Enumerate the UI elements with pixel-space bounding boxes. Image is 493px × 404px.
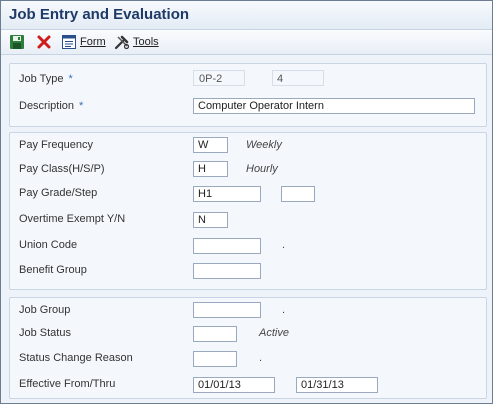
job-group-input[interactable] (193, 302, 261, 318)
job-group-desc: . (282, 304, 286, 316)
cancel-button[interactable] (36, 33, 52, 51)
form-menu[interactable]: Form (61, 33, 106, 51)
union-code-input[interactable] (193, 238, 261, 254)
job-group-label: Job Group (19, 304, 71, 316)
title-bar: Job Entry and Evaluation (1, 1, 492, 30)
tools-menu-label: Tools (133, 36, 159, 48)
form-menu-label: Form (80, 36, 106, 48)
tools-icon (114, 35, 130, 50)
form-icon (62, 35, 76, 49)
pay-class-label: Pay Class(H/S/P) (19, 163, 105, 175)
status-change-reason-label: Status Change Reason (19, 352, 133, 364)
job-status-label: Job Status (19, 327, 71, 339)
toolbar: Form Tools (1, 30, 492, 55)
tools-menu[interactable]: Tools (114, 33, 159, 51)
union-code-desc: . (282, 239, 286, 251)
pay-frequency-input[interactable] (193, 137, 228, 153)
overtime-exempt-input[interactable] (193, 212, 228, 228)
pay-frequency-label: Pay Frequency (19, 139, 93, 151)
job-step-value: 4 (277, 73, 284, 85)
pay-class-input[interactable] (193, 161, 228, 177)
status-change-reason-desc: . (259, 352, 263, 364)
required-star: * (79, 100, 84, 112)
pay-grade-input[interactable] (193, 186, 261, 202)
union-code-label: Union Code (19, 239, 78, 251)
job-entry-window: Job Entry and Evaluation Form Tools Job … (0, 0, 493, 404)
effective-from-input[interactable] (193, 377, 275, 393)
job-type-value: 0P-2 (199, 73, 223, 85)
job-status-input[interactable] (193, 326, 237, 342)
job-status-desc: Active (259, 327, 289, 339)
required-star: * (68, 73, 73, 85)
pay-panel: Pay Frequency Weekly Pay Class(H/S/P) Ho… (9, 132, 487, 290)
pay-class-desc: Hourly (246, 163, 278, 175)
description-input[interactable] (193, 98, 475, 114)
status-change-reason-input[interactable] (193, 351, 237, 367)
pay-frequency-desc: Weekly (246, 139, 282, 151)
save-button[interactable] (9, 33, 25, 51)
job-panel: Job Type * 0P-2 4 Description * (9, 63, 487, 127)
pay-step-input[interactable] (281, 186, 315, 202)
description-label: Description * (19, 100, 84, 112)
benefit-group-label: Benefit Group (19, 264, 87, 276)
save-icon (10, 35, 24, 49)
close-icon (37, 35, 51, 49)
window-title: Job Entry and Evaluation (9, 6, 190, 23)
benefit-group-input[interactable] (193, 263, 261, 279)
effective-thru-input[interactable] (296, 377, 378, 393)
status-panel: Job Group . Job Status Active Status Cha… (9, 297, 487, 399)
overtime-exempt-label: Overtime Exempt Y/N (19, 213, 126, 225)
job-type-label: Job Type * (19, 73, 73, 85)
pay-grade-label: Pay Grade/Step (19, 187, 98, 199)
effective-from-thru-label: Effective From/Thru (19, 378, 116, 390)
